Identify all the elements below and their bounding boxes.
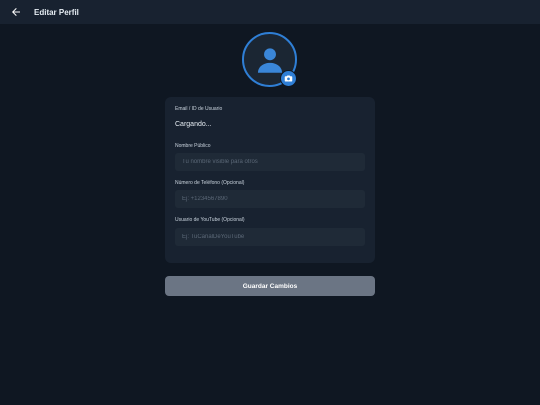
email-label: Email / ID de Usuario <box>175 106 223 112</box>
youtube-label: Usuario de YouTube (Opcional) <box>175 217 245 223</box>
profile-avatar[interactable] <box>242 32 297 87</box>
camera-icon <box>284 75 293 82</box>
user-icon <box>257 47 282 73</box>
arrow-left-icon <box>12 8 20 16</box>
display-name-label: Nombre Público <box>175 143 211 149</box>
save-changes-button[interactable]: Guardar Cambios <box>165 276 375 296</box>
phone-label: Número de Teléfono (Opcional) <box>175 180 245 186</box>
display-name-input[interactable] <box>175 153 365 171</box>
email-value: Cargando... <box>175 121 212 128</box>
back-button[interactable] <box>6 2 26 22</box>
phone-input[interactable] <box>175 190 365 208</box>
profile-form-card: Email / ID de Usuario Cargando... Nombre… <box>165 97 375 263</box>
top-app-bar: Editar Perfil <box>0 0 540 24</box>
youtube-input[interactable] <box>175 228 365 246</box>
page-title: Editar Perfil <box>34 7 79 17</box>
change-photo-button[interactable] <box>280 70 297 87</box>
